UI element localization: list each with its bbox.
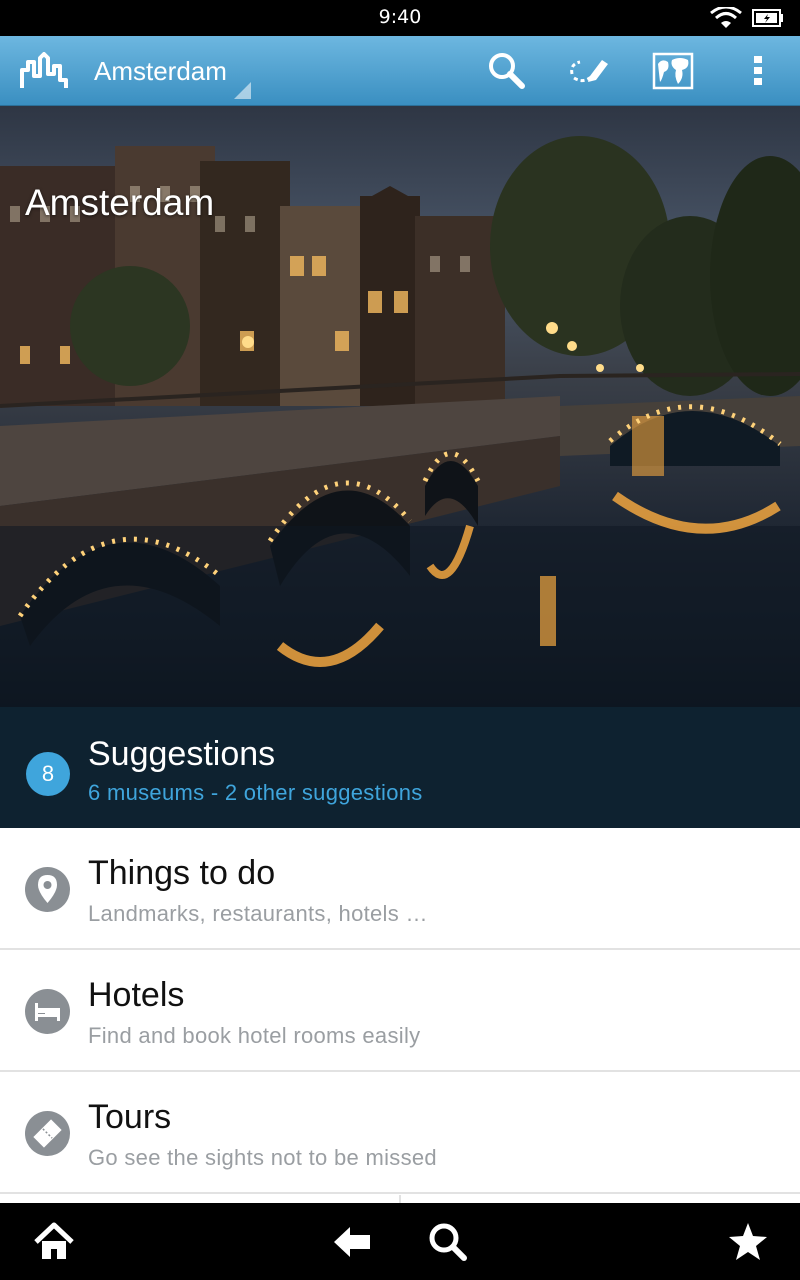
app-logo-icon[interactable] — [20, 52, 70, 90]
map-pin-icon — [25, 867, 70, 912]
action-bar: Amsterdam — [0, 36, 800, 106]
home-icon[interactable] — [33, 1221, 75, 1263]
city-selector[interactable]: Amsterdam — [88, 36, 258, 106]
edit-itinerary-icon[interactable] — [568, 50, 610, 92]
list-item-tours[interactable]: Tours Go see the sights not to be missed — [0, 1072, 800, 1194]
search-icon[interactable] — [486, 50, 528, 92]
column-divider — [399, 1195, 401, 1203]
status-bar: 9:40 — [0, 0, 800, 36]
list-item-partial — [0, 1195, 800, 1203]
list-item-hotels[interactable]: Hotels Find and book hotel rooms easily — [0, 950, 800, 1072]
ticket-icon — [25, 1111, 70, 1156]
battery-icon — [752, 9, 783, 27]
suggestions-count-badge: 8 — [26, 752, 70, 796]
overflow-menu-icon[interactable] — [738, 50, 780, 92]
status-time: 9:40 — [378, 6, 422, 28]
list-item-title: Things to do — [88, 854, 276, 892]
hero-title: Amsterdam — [25, 182, 215, 223]
suggestions-row[interactable]: 8 Suggestions 6 museums - 2 other sugges… — [0, 707, 800, 828]
dropdown-arrow-icon — [234, 82, 251, 99]
list-item-subtitle: Go see the sights not to be missed — [88, 1145, 437, 1170]
wifi-icon — [710, 7, 742, 28]
bottom-navigation — [0, 1203, 800, 1280]
map-icon[interactable] — [652, 50, 694, 92]
list-item-subtitle: Landmarks, restaurants, hotels … — [88, 901, 428, 926]
list-item-title: Hotels — [88, 976, 185, 1014]
list-item-title: Tours — [88, 1098, 172, 1136]
list-item-things-to-do[interactable]: Things to do Landmarks, restaurants, hot… — [0, 828, 800, 950]
list-item-subtitle: Find and book hotel rooms easily — [88, 1023, 421, 1048]
city-selector-label: Amsterdam — [94, 56, 227, 86]
city-hero-image[interactable]: Amsterdam — [0, 106, 800, 707]
search-icon[interactable] — [427, 1221, 469, 1263]
star-icon[interactable] — [727, 1221, 769, 1263]
suggestions-subtitle: 6 museums - 2 other suggestions — [88, 780, 423, 805]
back-arrow-icon[interactable] — [332, 1221, 374, 1263]
suggestions-title: Suggestions — [88, 735, 276, 773]
bed-icon — [25, 989, 70, 1034]
